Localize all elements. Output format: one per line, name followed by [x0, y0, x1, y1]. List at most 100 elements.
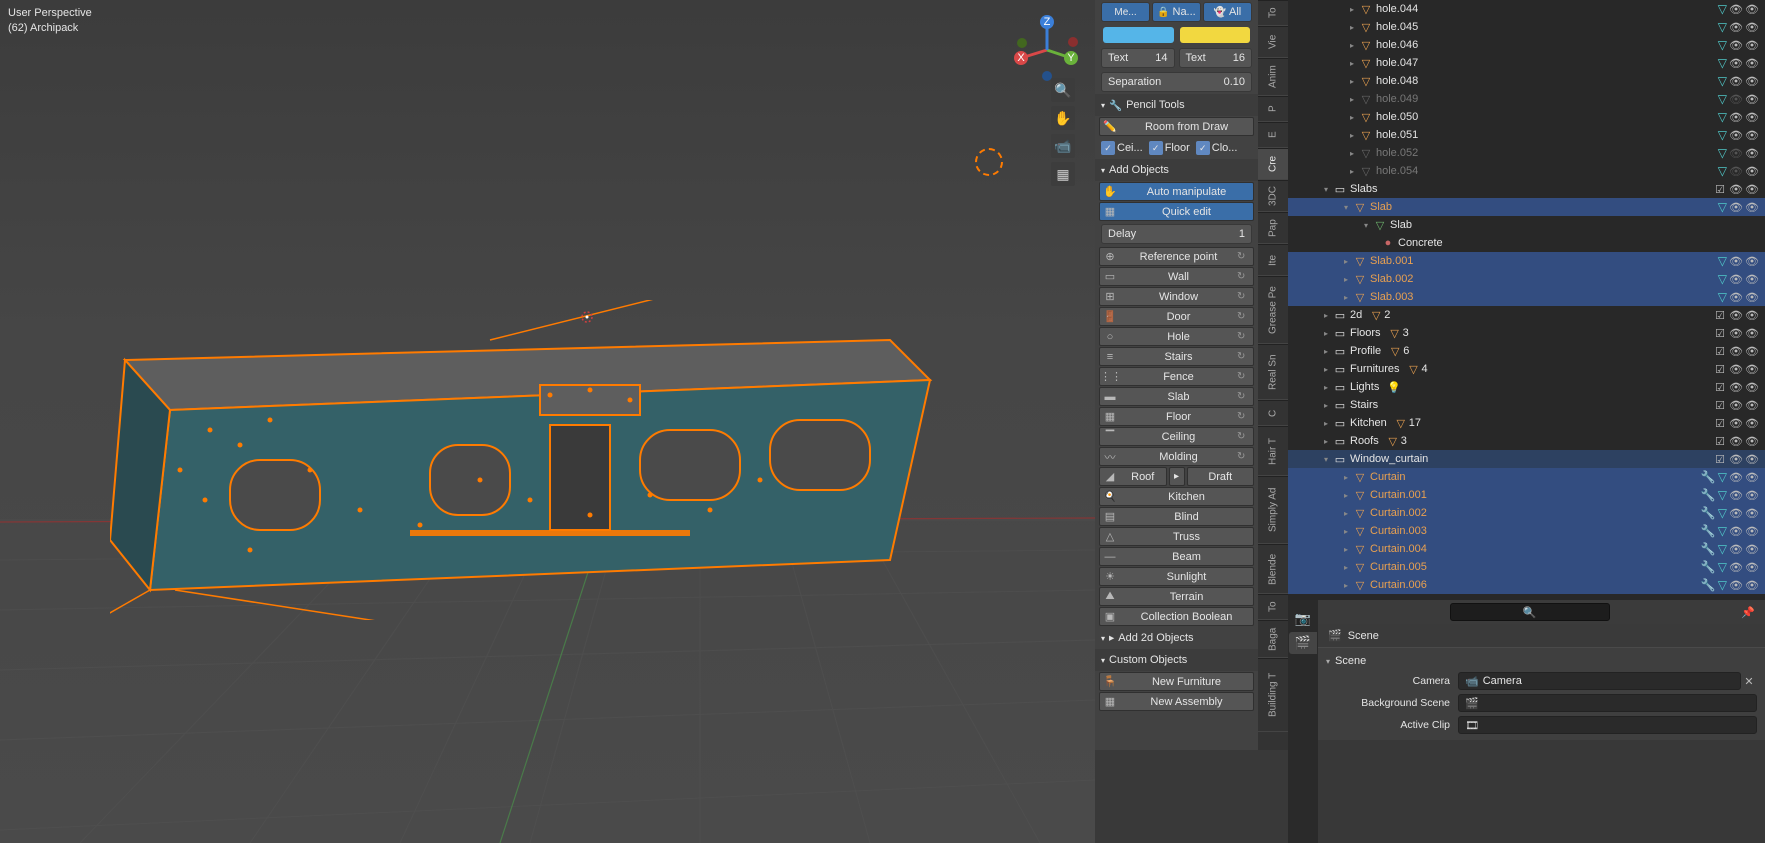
outliner-item-hole.051[interactable]: ▸▽hole.051 ▽👁👁 [1288, 126, 1765, 144]
add-reference-point-button[interactable]: ⊕Reference point↻ [1099, 247, 1254, 266]
outliner-item-hole.049[interactable]: ▸▽hole.049 ▽👁👁 [1288, 90, 1765, 108]
np-tab-cre[interactable]: Cre [1258, 148, 1288, 180]
delay-value[interactable]: Delay1 [1101, 224, 1252, 244]
add-collection-boolean-button[interactable]: ▣Collection Boolean [1099, 607, 1254, 626]
np-tab-building t[interactable]: Building T [1258, 658, 1288, 732]
add-fence-button[interactable]: ⋮⋮Fence↻ [1099, 367, 1254, 386]
outliner-item-hole.045[interactable]: ▸▽hole.045 ▽👁👁 [1288, 18, 1765, 36]
np-tab-p[interactable]: P [1258, 96, 1288, 122]
roof-button[interactable]: ◢Roof [1099, 467, 1167, 486]
outliner-collection-floors[interactable]: ▸▭Floors▽3 ☑👁👁 [1288, 324, 1765, 342]
np-tab-pap[interactable]: Pap [1258, 212, 1288, 244]
outliner-collection-window-curtain[interactable]: ▾▭Window_curtain ☑👁👁 [1288, 450, 1765, 468]
closed-checkbox[interactable]: ✓Clo... [1196, 141, 1238, 155]
outliner-item-slab-nested[interactable]: ▾▽Slab [1288, 216, 1765, 234]
outliner-item-hole.048[interactable]: ▸▽hole.048 ▽👁👁 [1288, 72, 1765, 90]
outliner-item-curtain[interactable]: ▸▽Curtain 🔧▽👁👁 [1288, 468, 1765, 486]
add-ceiling-button[interactable]: ▔Ceiling↻ [1099, 427, 1254, 446]
np-tab-grease pe[interactable]: Grease Pe [1258, 276, 1288, 344]
outliner-item-curtain.004[interactable]: ▸▽Curtain.004 🔧▽👁👁 [1288, 540, 1765, 558]
nav-gizmo[interactable]: X Y Z [1007, 10, 1087, 90]
add-molding-button[interactable]: 〰Molding↻ [1099, 447, 1254, 466]
outliner-item-curtain.005[interactable]: ▸▽Curtain.005 🔧▽👁👁 [1288, 558, 1765, 576]
outliner-item-hole.044[interactable]: ▸▽hole.044 ▽👁👁 [1288, 0, 1765, 18]
prop-tab-scene[interactable]: 🎬 [1289, 632, 1317, 654]
floor-checkbox[interactable]: ✓Floor [1149, 141, 1190, 155]
outliner-collection-2d[interactable]: ▸▭2d▽2 ☑👁👁 [1288, 306, 1765, 324]
outliner-item-hole.046[interactable]: ▸▽hole.046 ▽👁👁 [1288, 36, 1765, 54]
add-terrain-button[interactable]: ⛰Terrain [1099, 587, 1254, 606]
add-beam-button[interactable]: —Beam [1099, 547, 1254, 566]
outliner-collection-lights[interactable]: ▸▭Lights💡 ☑👁👁 [1288, 378, 1765, 396]
outliner-collection-roofs[interactable]: ▸▭Roofs▽3 ☑👁👁 [1288, 432, 1765, 450]
np-tab-3dc[interactable]: 3DC [1258, 180, 1288, 212]
persp-icon[interactable]: ▦ [1051, 162, 1075, 186]
np-tab-baga[interactable]: Baga [1258, 620, 1288, 658]
active-clip-value[interactable]: 🎞 [1458, 716, 1757, 734]
outliner[interactable]: ▸▽hole.044 ▽👁👁▸▽hole.045 ▽👁👁▸▽hole.046 ▽… [1288, 0, 1765, 600]
np-tab-real sn[interactable]: Real Sn [1258, 344, 1288, 400]
color-swatch-b[interactable] [1180, 27, 1251, 43]
outliner-item-hole.054[interactable]: ▸▽hole.054 ▽👁👁 [1288, 162, 1765, 180]
pan-icon[interactable]: ✋ [1051, 106, 1075, 130]
camera-clear-icon[interactable]: ✕ [1741, 675, 1757, 688]
text-value-b[interactable]: Text16 [1179, 48, 1253, 68]
outliner-item-curtain.002[interactable]: ▸▽Curtain.002 🔧▽👁👁 [1288, 504, 1765, 522]
pencil-tools-header[interactable]: 🔧 Pencil Tools [1095, 94, 1258, 116]
outliner-item-curtain.001[interactable]: ▸▽Curtain.001 🔧▽👁👁 [1288, 486, 1765, 504]
ceiling-checkbox[interactable]: ✓Cei... [1101, 141, 1143, 155]
room-from-draw-button[interactable]: ✏️Room from Draw [1099, 117, 1254, 136]
new-furniture-button[interactable]: 🪑New Furniture [1099, 672, 1254, 691]
text-value-a[interactable]: Text14 [1101, 48, 1175, 68]
pin-icon[interactable]: 📌 [1739, 606, 1757, 619]
add-objects-header[interactable]: Add Objects [1095, 159, 1258, 181]
outliner-collection-profile[interactable]: ▸▭Profile▽6 ☑👁👁 [1288, 342, 1765, 360]
outliner-item-curtain.003[interactable]: ▸▽Curtain.003 🔧▽👁👁 [1288, 522, 1765, 540]
outliner-item-curtain.006[interactable]: ▸▽Curtain.006 🔧▽👁👁 [1288, 576, 1765, 594]
outliner-item-hole.047[interactable]: ▸▽hole.047 ▽👁👁 [1288, 54, 1765, 72]
outliner-item-slab.003[interactable]: ▸▽Slab.003 ▽👁👁 [1288, 288, 1765, 306]
camera-value[interactable]: 📹Camera [1458, 672, 1741, 690]
np-tab-hair t[interactable]: Hair T [1258, 426, 1288, 476]
add-2d-objects-header[interactable]: ▸ Add 2d Objects [1095, 627, 1258, 649]
add-window-button[interactable]: ⊞Window↻ [1099, 287, 1254, 306]
add-wall-button[interactable]: ▭Wall↻ [1099, 267, 1254, 286]
outliner-collection-furnitures[interactable]: ▸▭Furnitures▽4 ☑👁👁 [1288, 360, 1765, 378]
add-blind-button[interactable]: ▤Blind [1099, 507, 1254, 526]
np-tab-to[interactable]: To [1258, 0, 1288, 26]
new-assembly-button[interactable]: ▦New Assembly [1099, 692, 1254, 711]
np-tab-ite[interactable]: Ite [1258, 244, 1288, 276]
outliner-item-slab.002[interactable]: ▸▽Slab.002 ▽👁👁 [1288, 270, 1765, 288]
add-slab-button[interactable]: ▬Slab↻ [1099, 387, 1254, 406]
properties-search[interactable]: 🔍 [1450, 603, 1610, 621]
outliner-collection-kitchen[interactable]: ▸▭Kitchen▽17 ☑👁👁 [1288, 414, 1765, 432]
np-tab-anim[interactable]: Anim [1258, 58, 1288, 96]
add-kitchen-button[interactable]: 🍳Kitchen [1099, 487, 1254, 506]
outliner-item-slab.001[interactable]: ▸▽Slab.001 ▽👁👁 [1288, 252, 1765, 270]
outliner-item-slab[interactable]: ▾▽Slab ▽👁👁 [1288, 198, 1765, 216]
add-stairs-button[interactable]: ≡Stairs↻ [1099, 347, 1254, 366]
na-button[interactable]: 🔒 Na... [1152, 2, 1201, 22]
separation-value[interactable]: Separation0.10 [1101, 72, 1252, 92]
roof-dropdown-icon[interactable]: ▸ [1169, 467, 1185, 486]
auto-manipulate-button[interactable]: ✋Auto manipulate [1099, 182, 1254, 201]
outliner-collection-slabs[interactable]: ▾▭Slabs ☑👁👁 [1288, 180, 1765, 198]
quick-edit-button[interactable]: ▦Quick edit [1099, 202, 1254, 221]
all-button[interactable]: 👻 All [1203, 2, 1252, 22]
me-button[interactable]: Me... [1101, 2, 1150, 22]
scene-section-header[interactable]: Scene [1318, 652, 1765, 670]
viewport-3d[interactable]: User Perspective (62) Archipack [0, 0, 1095, 843]
np-tab-to[interactable]: To [1258, 594, 1288, 620]
np-tab-e[interactable]: E [1258, 122, 1288, 148]
np-tab-vie[interactable]: Vie [1258, 26, 1288, 58]
add-door-button[interactable]: 🚪Door↻ [1099, 307, 1254, 326]
np-tab-c[interactable]: C [1258, 400, 1288, 426]
np-tab-blende[interactable]: Blende [1258, 544, 1288, 594]
np-tab-simply ad[interactable]: Simply Ad [1258, 476, 1288, 544]
outliner-item-hole.050[interactable]: ▸▽hole.050 ▽👁👁 [1288, 108, 1765, 126]
add-truss-button[interactable]: △Truss [1099, 527, 1254, 546]
custom-objects-header[interactable]: Custom Objects [1095, 649, 1258, 671]
add-sunlight-button[interactable]: ☀Sunlight [1099, 567, 1254, 586]
outliner-item-hole.052[interactable]: ▸▽hole.052 ▽👁👁 [1288, 144, 1765, 162]
zoom-icon[interactable]: 🔍 [1051, 78, 1075, 102]
